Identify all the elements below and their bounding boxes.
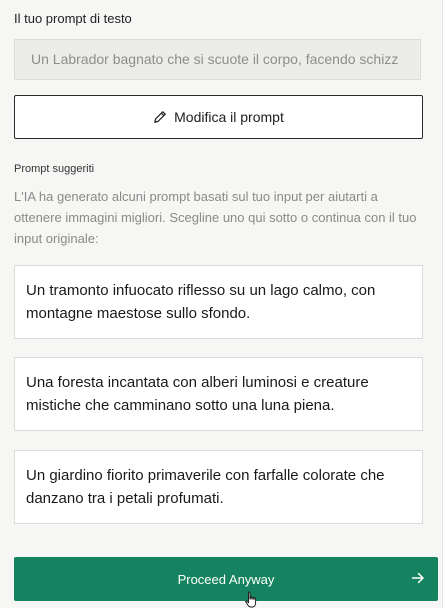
proceed-anyway-button[interactable]: Proceed Anyway [14, 557, 438, 601]
suggestion-text: Un giardino fiorito primaverile con farf… [26, 467, 385, 507]
proceed-anyway-label: Proceed Anyway [177, 571, 275, 587]
prompt-label: Il tuo prompt di testo [14, 11, 132, 26]
suggested-prompts-title: Prompt suggeriti [14, 163, 95, 175]
suggestion-text: Una foresta incantata con alberi luminos… [26, 374, 369, 414]
edit-prompt-button[interactable]: Modifica il prompt [14, 95, 423, 139]
suggestion-card[interactable]: Un giardino fiorito primaverile con farf… [14, 450, 423, 524]
edit-prompt-label: Modifica il prompt [174, 109, 284, 125]
suggestion-text: Un tramonto infuocato riflesso su un lag… [26, 282, 376, 322]
pencil-icon [154, 111, 167, 123]
arrow-right-icon [411, 572, 424, 584]
hand-pointer-cursor-icon [245, 591, 257, 608]
suggested-prompts-description: L'IA ha generato alcuni prompt basati su… [14, 189, 417, 246]
suggestion-card[interactable]: Una foresta incantata con alberi luminos… [14, 357, 423, 431]
prompt-input[interactable]: Un Labrador bagnato che si scuote il cor… [14, 39, 421, 80]
suggestion-card[interactable]: Un tramonto infuocato riflesso su un lag… [14, 265, 423, 339]
